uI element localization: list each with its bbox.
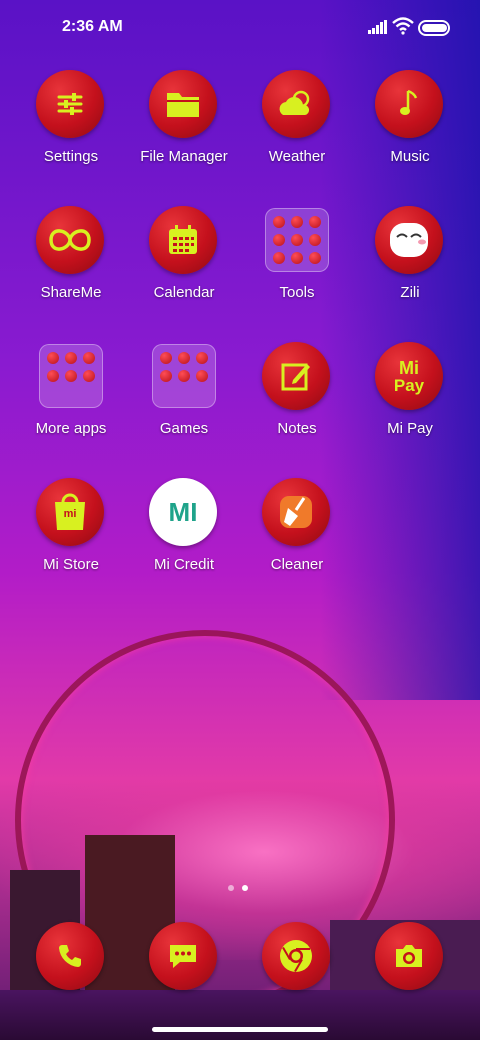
page-indicator [228,878,256,896]
app-mi-pay[interactable]: Mi Pay Mi Pay [354,342,466,462]
mi-credit-icon: MI [149,478,217,546]
dock-browser[interactable] [241,922,353,998]
folder-games[interactable]: Games [128,342,240,462]
app-label: Mi Store [43,556,99,573]
app-weather[interactable]: Weather [241,70,353,190]
app-calendar[interactable]: Calendar [128,206,240,326]
app-file-manager[interactable]: File Manager [128,70,240,190]
folder-tools-icon [265,208,329,272]
mi-credit-text: MI [168,496,198,527]
app-music[interactable]: Music [354,70,466,190]
app-mi-credit[interactable]: MI Mi Credit [128,478,240,598]
status-bar: 2:36 AM [0,0,480,56]
folder-tools[interactable]: Tools [241,206,353,326]
app-label: Weather [268,148,326,165]
folder-games-icon [152,344,216,408]
shopping-bag-icon: mi [36,478,104,546]
app-label: File Manager [140,148,228,165]
broom-icon [262,478,330,546]
page-dot-active[interactable] [242,885,248,891]
mi-store-text: mi [63,508,77,520]
app-label: Cleaner [270,556,324,573]
dock-messages[interactable] [128,922,240,998]
dock-camera[interactable] [354,922,466,998]
folder-more-apps-icon [39,344,103,408]
folder-more-apps[interactable]: More apps [15,342,127,462]
app-label: Games [159,420,209,437]
app-notes[interactable]: Notes [241,342,353,462]
calendar-icon [149,206,217,274]
folder-icon [149,70,217,138]
app-label: Tools [279,284,315,301]
app-zili[interactable]: Zili [354,206,466,326]
mi-pay-top-text: Mi [399,357,419,378]
chrome-icon [262,922,330,990]
chat-bubble-icon [149,922,217,990]
wifi-icon [392,17,414,40]
app-label: Notes [277,420,317,437]
signal-icon [368,20,388,39]
app-label: Zili [400,284,420,301]
app-cleaner[interactable]: Cleaner [241,478,353,598]
app-label: Calendar [153,284,215,301]
battery-icon [418,20,450,36]
zili-face-icon [375,206,443,274]
cloud-sun-icon [262,70,330,138]
app-settings[interactable]: Settings [15,70,127,190]
app-label: Mi Credit [153,556,214,573]
dock-phone[interactable] [15,922,127,998]
infinity-icon [36,206,104,274]
page-dot[interactable] [228,885,234,891]
sliders-icon [36,70,104,138]
app-label: More apps [35,420,107,437]
mi-pay-bottom-text: Pay [393,375,425,395]
status-time: 2:36 AM [62,18,123,35]
music-note-icon [375,70,443,138]
app-mi-store[interactable]: mi Mi Store [15,478,127,598]
mi-pay-icon: Mi Pay [375,342,443,410]
home-gesture-bar[interactable] [152,1027,328,1032]
note-pencil-icon [262,342,330,410]
app-label: Music [390,148,430,165]
app-label: Mi Pay [387,420,433,437]
camera-icon [375,922,443,990]
app-label: Settings [43,148,99,165]
app-shareme[interactable]: ShareMe [15,206,127,326]
app-label: ShareMe [40,284,102,301]
phone-icon [36,922,104,990]
